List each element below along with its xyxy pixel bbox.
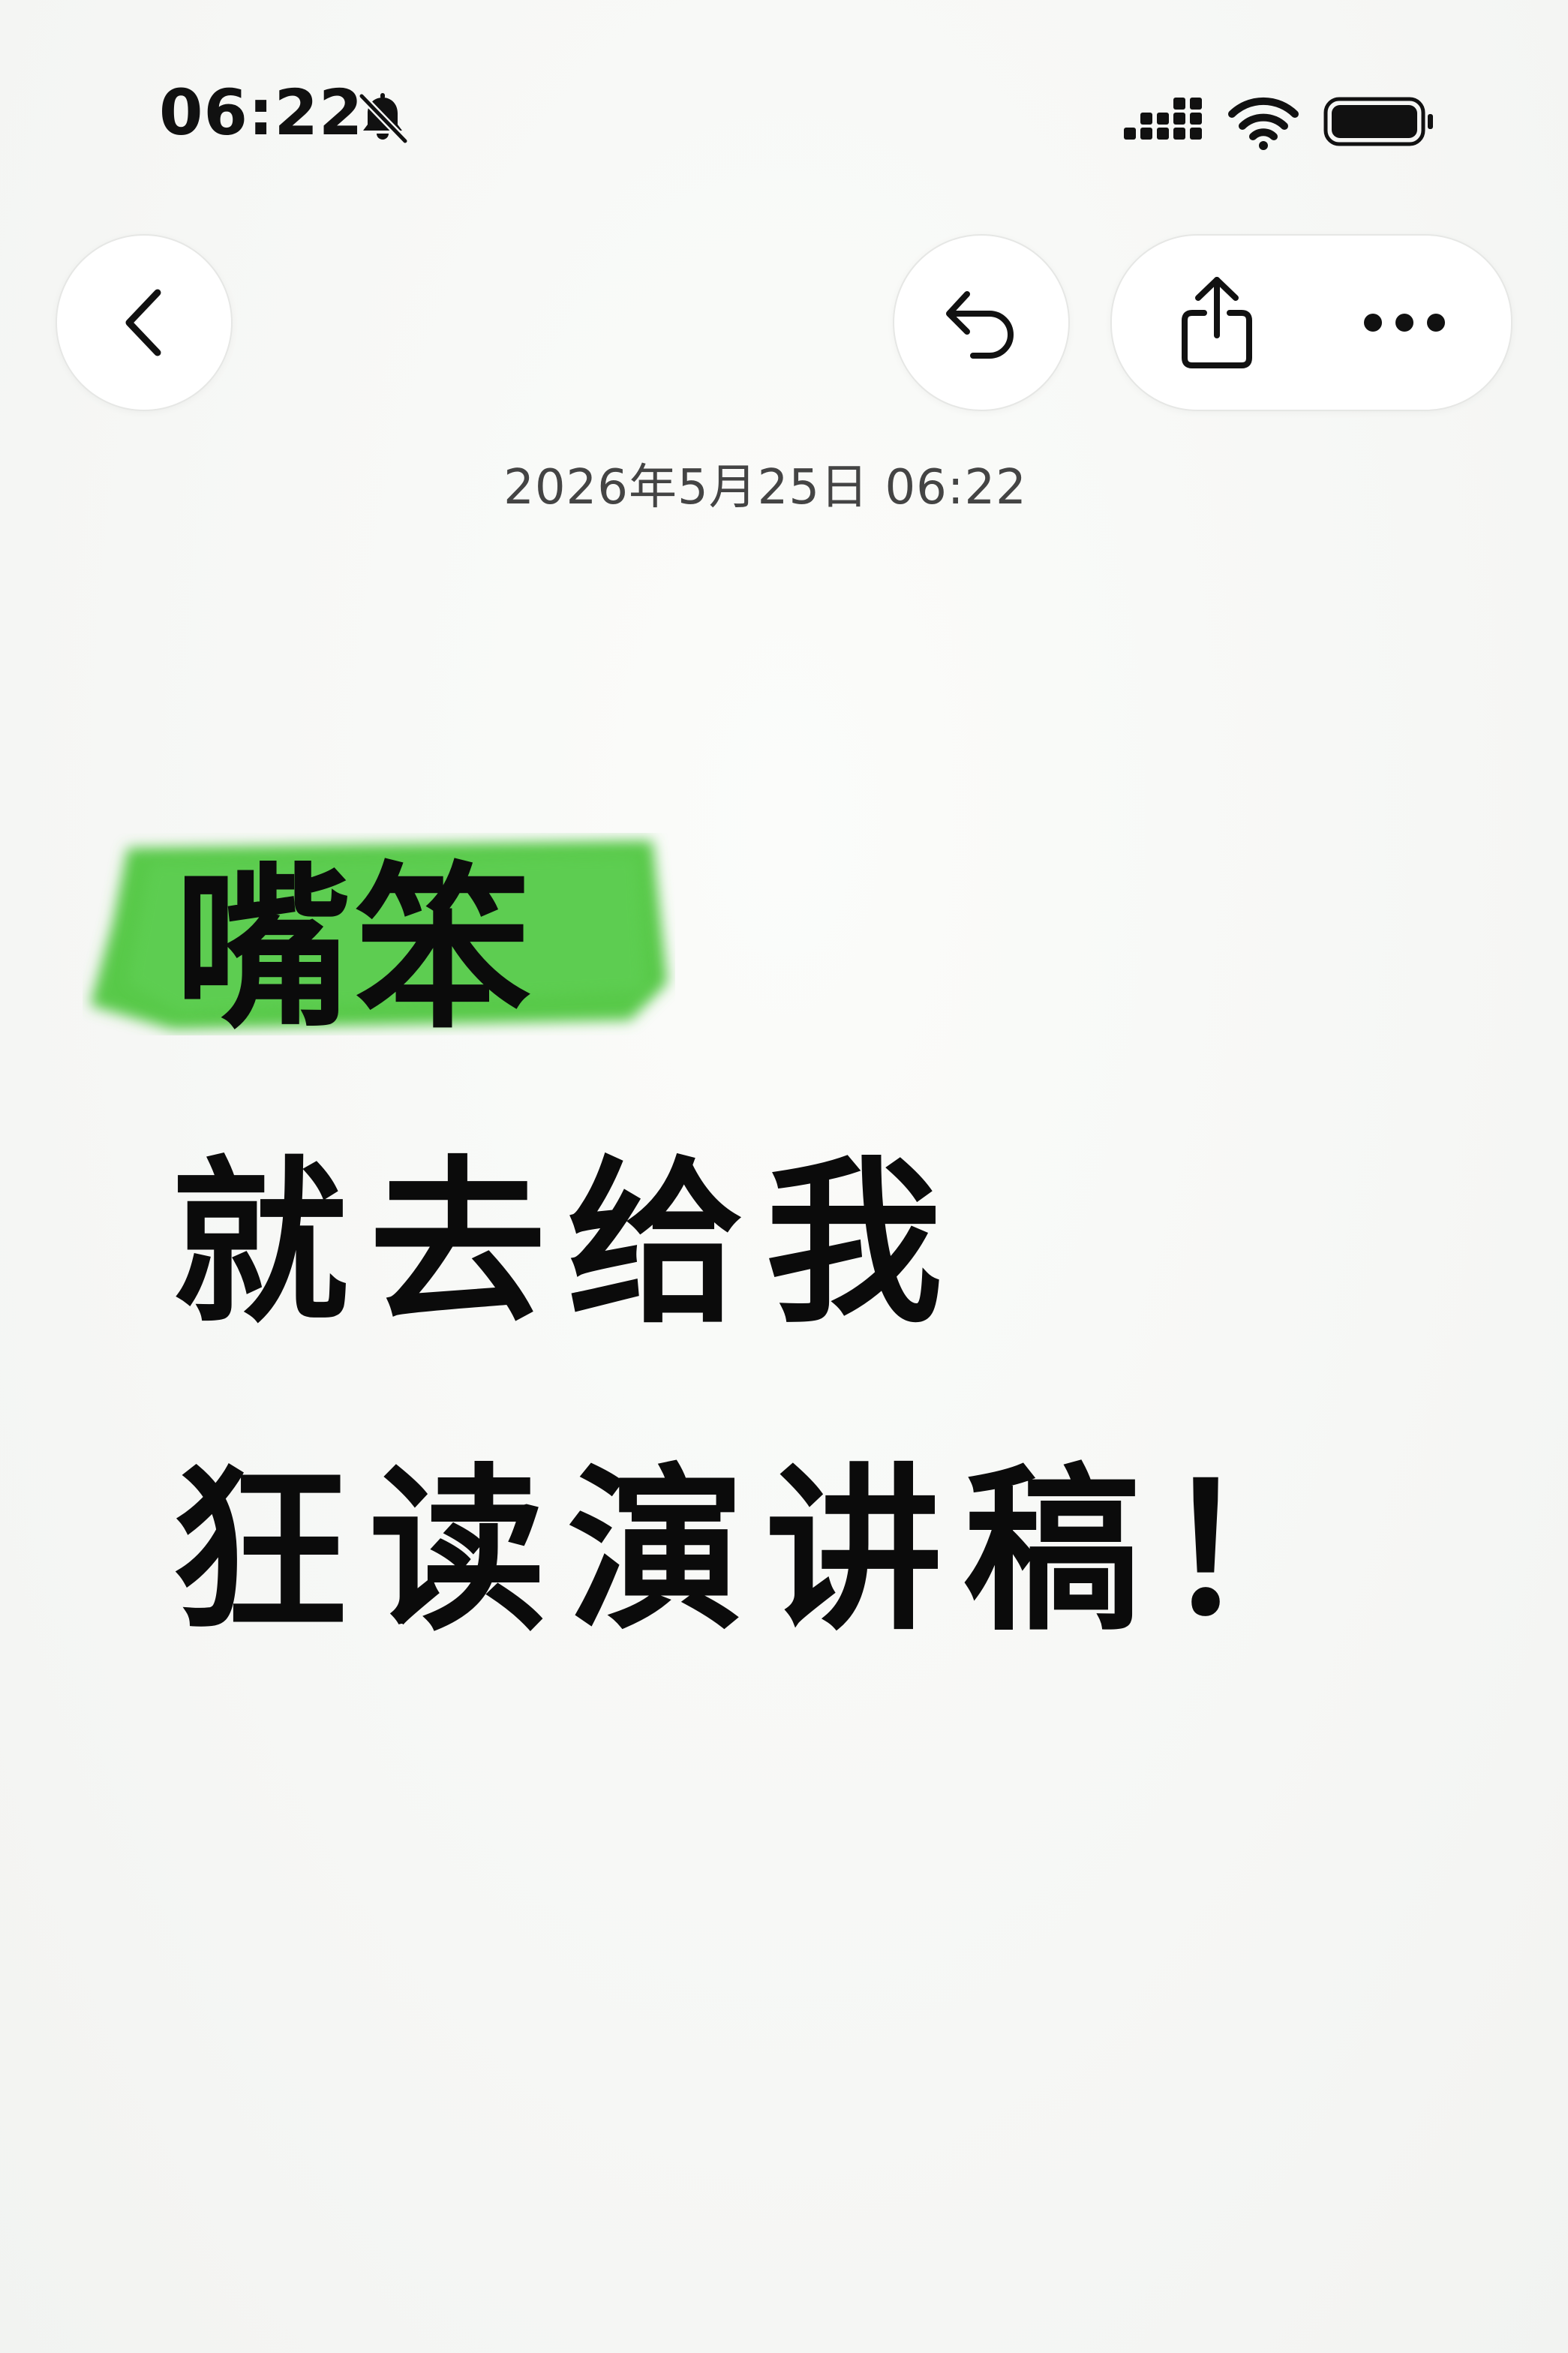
note-line-2: 就去给我 [171,1140,964,1347]
status-bar: 06:22 [0,0,1568,173]
note-screen: 06:22 2026年5月25日 06:22 嘴笨 就去给我 狂读演讲稿！ [0,0,1568,2353]
cellular-signal-icon [1124,98,1202,140]
note-date: 2026年5月25日 06:22 [503,460,1027,515]
chevron-left-icon [125,289,161,356]
note-line-1: 嘴笨 [174,846,535,1053]
bell-slash-icon [358,92,409,145]
toolbar-actions [1110,234,1512,411]
note-line-3: 狂读演讲稿！ [171,1448,1360,1654]
status-time: 06:22 [159,76,364,149]
back-button[interactable] [56,234,233,411]
ellipsis-icon [1364,314,1445,332]
undo-button[interactable] [893,234,1070,411]
wifi-icon [1228,97,1299,150]
battery-icon [1323,97,1433,146]
share-icon [1182,277,1252,368]
share-button[interactable] [1157,263,1277,383]
undo-icon [946,291,1014,359]
more-button[interactable] [1344,263,1464,383]
